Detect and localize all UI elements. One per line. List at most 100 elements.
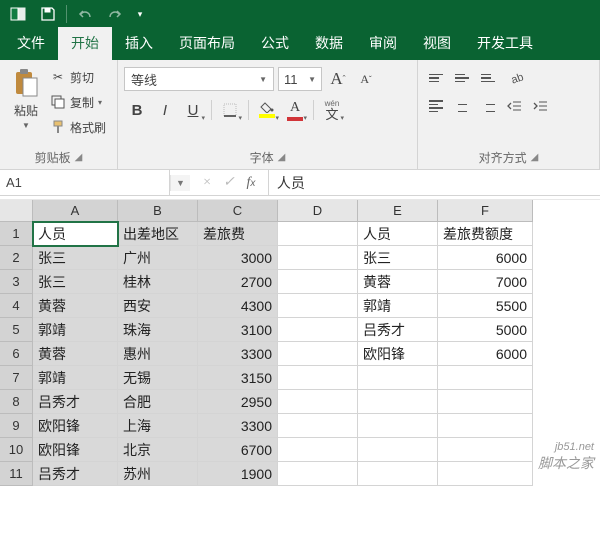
underline-button[interactable]: U▾ <box>180 97 206 123</box>
cell-A2[interactable]: 张三 <box>33 246 118 270</box>
cell-B7[interactable]: 无锡 <box>118 366 198 390</box>
row-header-11[interactable]: 11 <box>0 462 33 486</box>
cell-C8[interactable]: 2950 <box>198 390 278 414</box>
cell-C6[interactable]: 3300 <box>198 342 278 366</box>
dialog-launcher-icon[interactable]: ◢ <box>75 152 83 163</box>
cancel-icon[interactable]: × <box>198 175 216 191</box>
tab-formulas[interactable]: 公式 <box>248 27 302 60</box>
font-color-button[interactable]: A ▾ <box>282 97 308 123</box>
cell-A9[interactable]: 欧阳锋 <box>33 414 118 438</box>
cell-D4[interactable] <box>278 294 358 318</box>
name-box-dropdown[interactable]: ▼ <box>170 175 190 191</box>
tab-view[interactable]: 视图 <box>410 27 464 60</box>
fx-icon[interactable]: fx <box>242 175 260 191</box>
cell-E10[interactable] <box>358 438 438 462</box>
paste-button[interactable]: 粘贴 ▼ <box>6 64 46 138</box>
cell-B2[interactable]: 广州 <box>118 246 198 270</box>
orientation-button[interactable]: ab <box>502 67 532 89</box>
row-header-3[interactable]: 3 <box>0 270 33 294</box>
cell-C11[interactable]: 1900 <box>198 462 278 486</box>
cell-B5[interactable]: 珠海 <box>118 318 198 342</box>
fill-color-button[interactable]: ▾ <box>254 97 280 123</box>
align-right-button[interactable] <box>476 95 500 117</box>
phonetic-button[interactable]: wén 文 ▾ <box>319 97 345 123</box>
tab-home[interactable]: 开始 <box>58 27 112 60</box>
cell-E3[interactable]: 黄蓉 <box>358 270 438 294</box>
cell-F3[interactable]: 7000 <box>438 270 533 294</box>
cell-A1[interactable]: 人员 <box>33 222 118 246</box>
select-all-corner[interactable] <box>0 200 33 222</box>
cell-F11[interactable] <box>438 462 533 486</box>
col-header-C[interactable]: C <box>198 200 278 222</box>
row-header-1[interactable]: 1 <box>0 222 33 246</box>
cell-D10[interactable] <box>278 438 358 462</box>
align-left-button[interactable] <box>424 95 448 117</box>
cell-D5[interactable] <box>278 318 358 342</box>
cell-B11[interactable]: 苏州 <box>118 462 198 486</box>
col-header-E[interactable]: E <box>358 200 438 222</box>
cell-C4[interactable]: 4300 <box>198 294 278 318</box>
cell-B10[interactable]: 北京 <box>118 438 198 462</box>
cell-E1[interactable]: 人员 <box>358 222 438 246</box>
worksheet-grid[interactable]: ABCDEF1人员出差地区差旅费人员差旅费额度2张三广州3000张三60003张… <box>0 200 600 486</box>
cell-D6[interactable] <box>278 342 358 366</box>
cell-A6[interactable]: 黄蓉 <box>33 342 118 366</box>
row-header-2[interactable]: 2 <box>0 246 33 270</box>
cell-A11[interactable]: 吕秀才 <box>33 462 118 486</box>
undo-icon[interactable] <box>71 2 99 26</box>
cell-B3[interactable]: 桂林 <box>118 270 198 294</box>
col-header-B[interactable]: B <box>118 200 198 222</box>
cell-E4[interactable]: 郭靖 <box>358 294 438 318</box>
cell-E6[interactable]: 欧阳锋 <box>358 342 438 366</box>
cell-F5[interactable]: 5000 <box>438 318 533 342</box>
italic-button[interactable]: I <box>152 97 178 123</box>
tab-insert[interactable]: 插入 <box>112 27 166 60</box>
row-header-4[interactable]: 4 <box>0 294 33 318</box>
save-icon[interactable] <box>34 2 62 26</box>
customize-qat-icon[interactable]: ▾ <box>131 2 149 26</box>
col-header-F[interactable]: F <box>438 200 533 222</box>
cell-C1[interactable]: 差旅费 <box>198 222 278 246</box>
align-top-button[interactable] <box>424 67 448 89</box>
tab-developer[interactable]: 开发工具 <box>464 27 546 60</box>
cell-D11[interactable] <box>278 462 358 486</box>
cell-B4[interactable]: 西安 <box>118 294 198 318</box>
dialog-launcher-icon[interactable]: ◢ <box>531 152 539 163</box>
col-header-D[interactable]: D <box>278 200 358 222</box>
align-center-button[interactable] <box>450 95 474 117</box>
tab-review[interactable]: 审阅 <box>356 27 410 60</box>
cell-A3[interactable]: 张三 <box>33 270 118 294</box>
cell-E7[interactable] <box>358 366 438 390</box>
dialog-launcher-icon[interactable]: ◢ <box>278 152 286 163</box>
cut-button[interactable]: ✂ 剪切 <box>50 66 106 88</box>
bold-button[interactable]: B <box>124 97 150 123</box>
row-header-5[interactable]: 5 <box>0 318 33 342</box>
row-header-10[interactable]: 10 <box>0 438 33 462</box>
cell-C10[interactable]: 6700 <box>198 438 278 462</box>
cell-B9[interactable]: 上海 <box>118 414 198 438</box>
cell-D8[interactable] <box>278 390 358 414</box>
cell-C5[interactable]: 3100 <box>198 318 278 342</box>
enter-icon[interactable]: ✓ <box>220 174 238 191</box>
cell-D3[interactable] <box>278 270 358 294</box>
cell-E11[interactable] <box>358 462 438 486</box>
cell-A4[interactable]: 黄蓉 <box>33 294 118 318</box>
name-box[interactable]: A1 <box>0 170 170 195</box>
border-button[interactable]: ▾ <box>217 97 243 123</box>
align-middle-button[interactable] <box>450 67 474 89</box>
cell-D1[interactable] <box>278 222 358 246</box>
align-bottom-button[interactable] <box>476 67 500 89</box>
row-header-9[interactable]: 9 <box>0 414 33 438</box>
cell-D7[interactable] <box>278 366 358 390</box>
decrease-font-button[interactable]: Aˇ <box>354 67 378 91</box>
tab-page-layout[interactable]: 页面布局 <box>166 27 248 60</box>
cell-D9[interactable] <box>278 414 358 438</box>
font-name-select[interactable]: 等线 ▼ <box>124 67 274 91</box>
cell-A10[interactable]: 欧阳锋 <box>33 438 118 462</box>
cell-F6[interactable]: 6000 <box>438 342 533 366</box>
cell-E9[interactable] <box>358 414 438 438</box>
cell-C3[interactable]: 2700 <box>198 270 278 294</box>
cell-B8[interactable]: 合肥 <box>118 390 198 414</box>
cell-F10[interactable] <box>438 438 533 462</box>
cell-C2[interactable]: 3000 <box>198 246 278 270</box>
